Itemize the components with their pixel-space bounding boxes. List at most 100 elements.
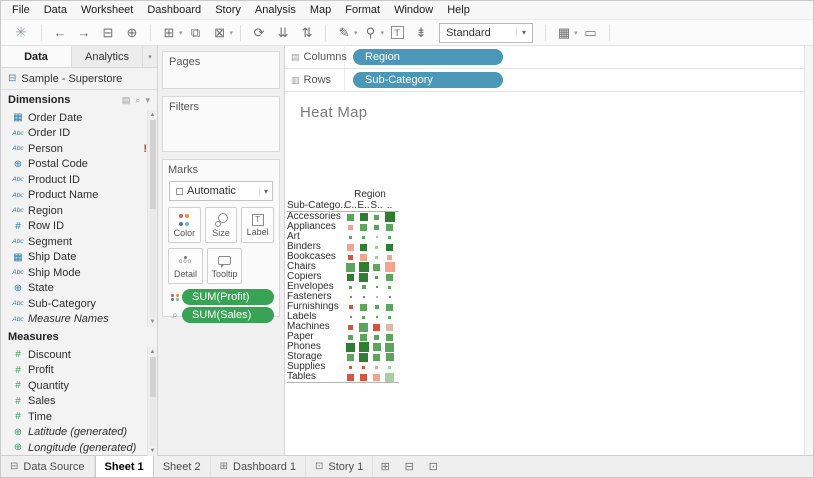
field-order-id[interactable]: Abc Order ID [1,126,157,142]
heatmap-mark[interactable] [370,292,383,302]
menu-window[interactable]: Window [387,3,440,17]
col-header-west[interactable]: .. [383,200,396,211]
menu-analysis[interactable]: Analysis [248,3,303,17]
tableau-logo-button[interactable]: ✳ [11,22,31,44]
heatmap-mark[interactable] [383,232,396,242]
row-label[interactable]: Labels [287,312,344,322]
heatmap-mark[interactable] [344,212,357,222]
heatmap-mark[interactable] [357,302,370,312]
heatmap-mark[interactable] [370,312,383,322]
heatmap-mark[interactable] [344,292,357,302]
field-product-id[interactable]: Abc Product ID [1,172,157,188]
pill-sub-category[interactable]: Sub-Category [353,72,503,88]
field-longitude-generated[interactable]: ⊕ Longitude (generated) [1,440,157,456]
row-label[interactable]: Paper [287,332,344,342]
row-label[interactable]: Binders [287,242,344,252]
scroll-up-icon[interactable]: ▲ [150,347,156,357]
marks-color-button[interactable]: Color [168,207,201,243]
highlight-button[interactable]: ✎ [334,22,354,44]
marks-size-button[interactable]: Size [204,207,238,243]
row-label[interactable]: Envelopes [287,282,344,292]
marks-label-button[interactable]: T Label [241,207,275,243]
row-label[interactable]: Storage [287,352,344,362]
heatmap-mark[interactable] [357,282,370,292]
field-region[interactable]: Abc Region [1,203,157,219]
col-header-central[interactable]: C.. [344,200,357,211]
undo-button[interactable]: ← [50,22,70,44]
tab-sheet-2[interactable]: Sheet 2 [154,456,211,477]
heatmap-mark[interactable] [344,342,357,352]
fit-selector[interactable]: Standard ▾ [439,22,534,43]
new-story-button[interactable]: ⊡ [421,456,445,477]
field-postal-code[interactable]: ⊕ Postal Code [1,157,157,173]
datasource-row[interactable]: ⊟ Sample - Superstore [1,68,157,90]
sort-descending-button[interactable]: ⇅ [297,22,317,44]
heatmap-mark[interactable] [344,252,357,262]
tab-data-source[interactable]: ⊟ Data Source [1,456,95,477]
heatmap-mark[interactable] [383,332,396,342]
menu-data[interactable]: Data [37,3,74,17]
scroll-up-icon[interactable]: ▲ [150,110,156,120]
heatmap-mark[interactable] [357,242,370,252]
field-measure-names[interactable]: Abc Measure Names [1,312,157,328]
heatmap-mark[interactable] [357,252,370,262]
heatmap-mark[interactable] [370,342,383,352]
swap-axes-button[interactable]: ⟳ [249,22,269,44]
row-label[interactable]: Appliances [287,222,344,232]
pages-card[interactable]: Pages [162,51,280,89]
add-datasource-button[interactable]: ⊕ [122,22,142,44]
field-quantity[interactable]: # Quantity [1,378,157,394]
new-worksheet-button[interactable]: ⊞ [159,22,179,44]
heatmap-mark[interactable] [344,312,357,322]
field-row-id[interactable]: # Row ID [1,219,157,235]
heatmap-mark[interactable] [357,262,370,272]
scroll-down-icon[interactable]: ▼ [150,446,156,456]
heatmap-mark[interactable] [383,302,396,312]
row-label[interactable]: Machines [287,322,344,332]
heatmap-mark[interactable] [383,372,396,382]
panel-options-caret-icon[interactable]: ▾ [143,46,157,67]
dropdown-caret-icon[interactable]: ▾ [230,29,234,37]
duplicate-sheet-button[interactable]: ⧉ [186,22,206,44]
heatmap-mark[interactable] [383,282,396,292]
field-latitude-generated[interactable]: ⊕ Latitude (generated) [1,425,157,441]
row-label[interactable]: Furnishings [287,302,344,312]
row-label[interactable]: Chairs [287,262,344,272]
field-segment[interactable]: Abc Segment [1,234,157,250]
row-label[interactable]: Tables [287,372,344,382]
vertical-scroll-strip[interactable] [804,46,813,455]
heatmap-mark[interactable] [383,292,396,302]
dimensions-scrollbar[interactable]: ▲ ▼ [147,110,157,327]
sort-ascending-button[interactable]: ⇊ [273,22,293,44]
dropdown-caret-icon[interactable]: ▾ [381,29,385,37]
show-hide-cards-button[interactable]: ▦ [554,22,574,44]
heatmap-mark[interactable] [344,282,357,292]
heatmap-mark[interactable] [370,332,383,342]
tab-story-1[interactable]: ⊡ Story 1 [306,456,374,477]
dropdown-caret-icon[interactable]: ▾ [574,29,578,37]
row-dimension-label[interactable]: Sub-Catego.. [287,200,346,211]
rows-shelf[interactable]: ▥ Rows Sub-Category [285,69,804,92]
tab-analytics[interactable]: Analytics [72,46,143,67]
heatmap-mark[interactable] [357,332,370,342]
heatmap-mark[interactable] [383,242,396,252]
heatmap-mark[interactable] [357,272,370,282]
fix-axes-button[interactable]: ⇟ [411,22,431,44]
menu-dashboard[interactable]: Dashboard [140,3,208,17]
heatmap-mark[interactable] [357,352,370,362]
heatmap-mark[interactable] [357,342,370,352]
row-label[interactable]: Phones [287,342,344,352]
field-state[interactable]: ⊕ State [1,281,157,297]
row-label[interactable]: Bookcases [287,252,344,262]
field-sales[interactable]: # Sales [1,394,157,410]
menu-map[interactable]: Map [303,3,338,17]
marks-tooltip-button[interactable]: Tooltip [207,248,242,284]
heatmap-mark[interactable] [344,332,357,342]
mark-type-dropdown[interactable]: Automatic ▾ [169,181,273,201]
dimensions-menu-caret-icon[interactable]: ▾ [145,95,150,106]
save-button[interactable]: ⊟ [98,22,118,44]
heatmap-mark[interactable] [344,302,357,312]
field-order-date[interactable]: ▦ Order Date [1,110,157,126]
heatmap-mark[interactable] [383,222,396,232]
heatmap-mark[interactable] [383,342,396,352]
